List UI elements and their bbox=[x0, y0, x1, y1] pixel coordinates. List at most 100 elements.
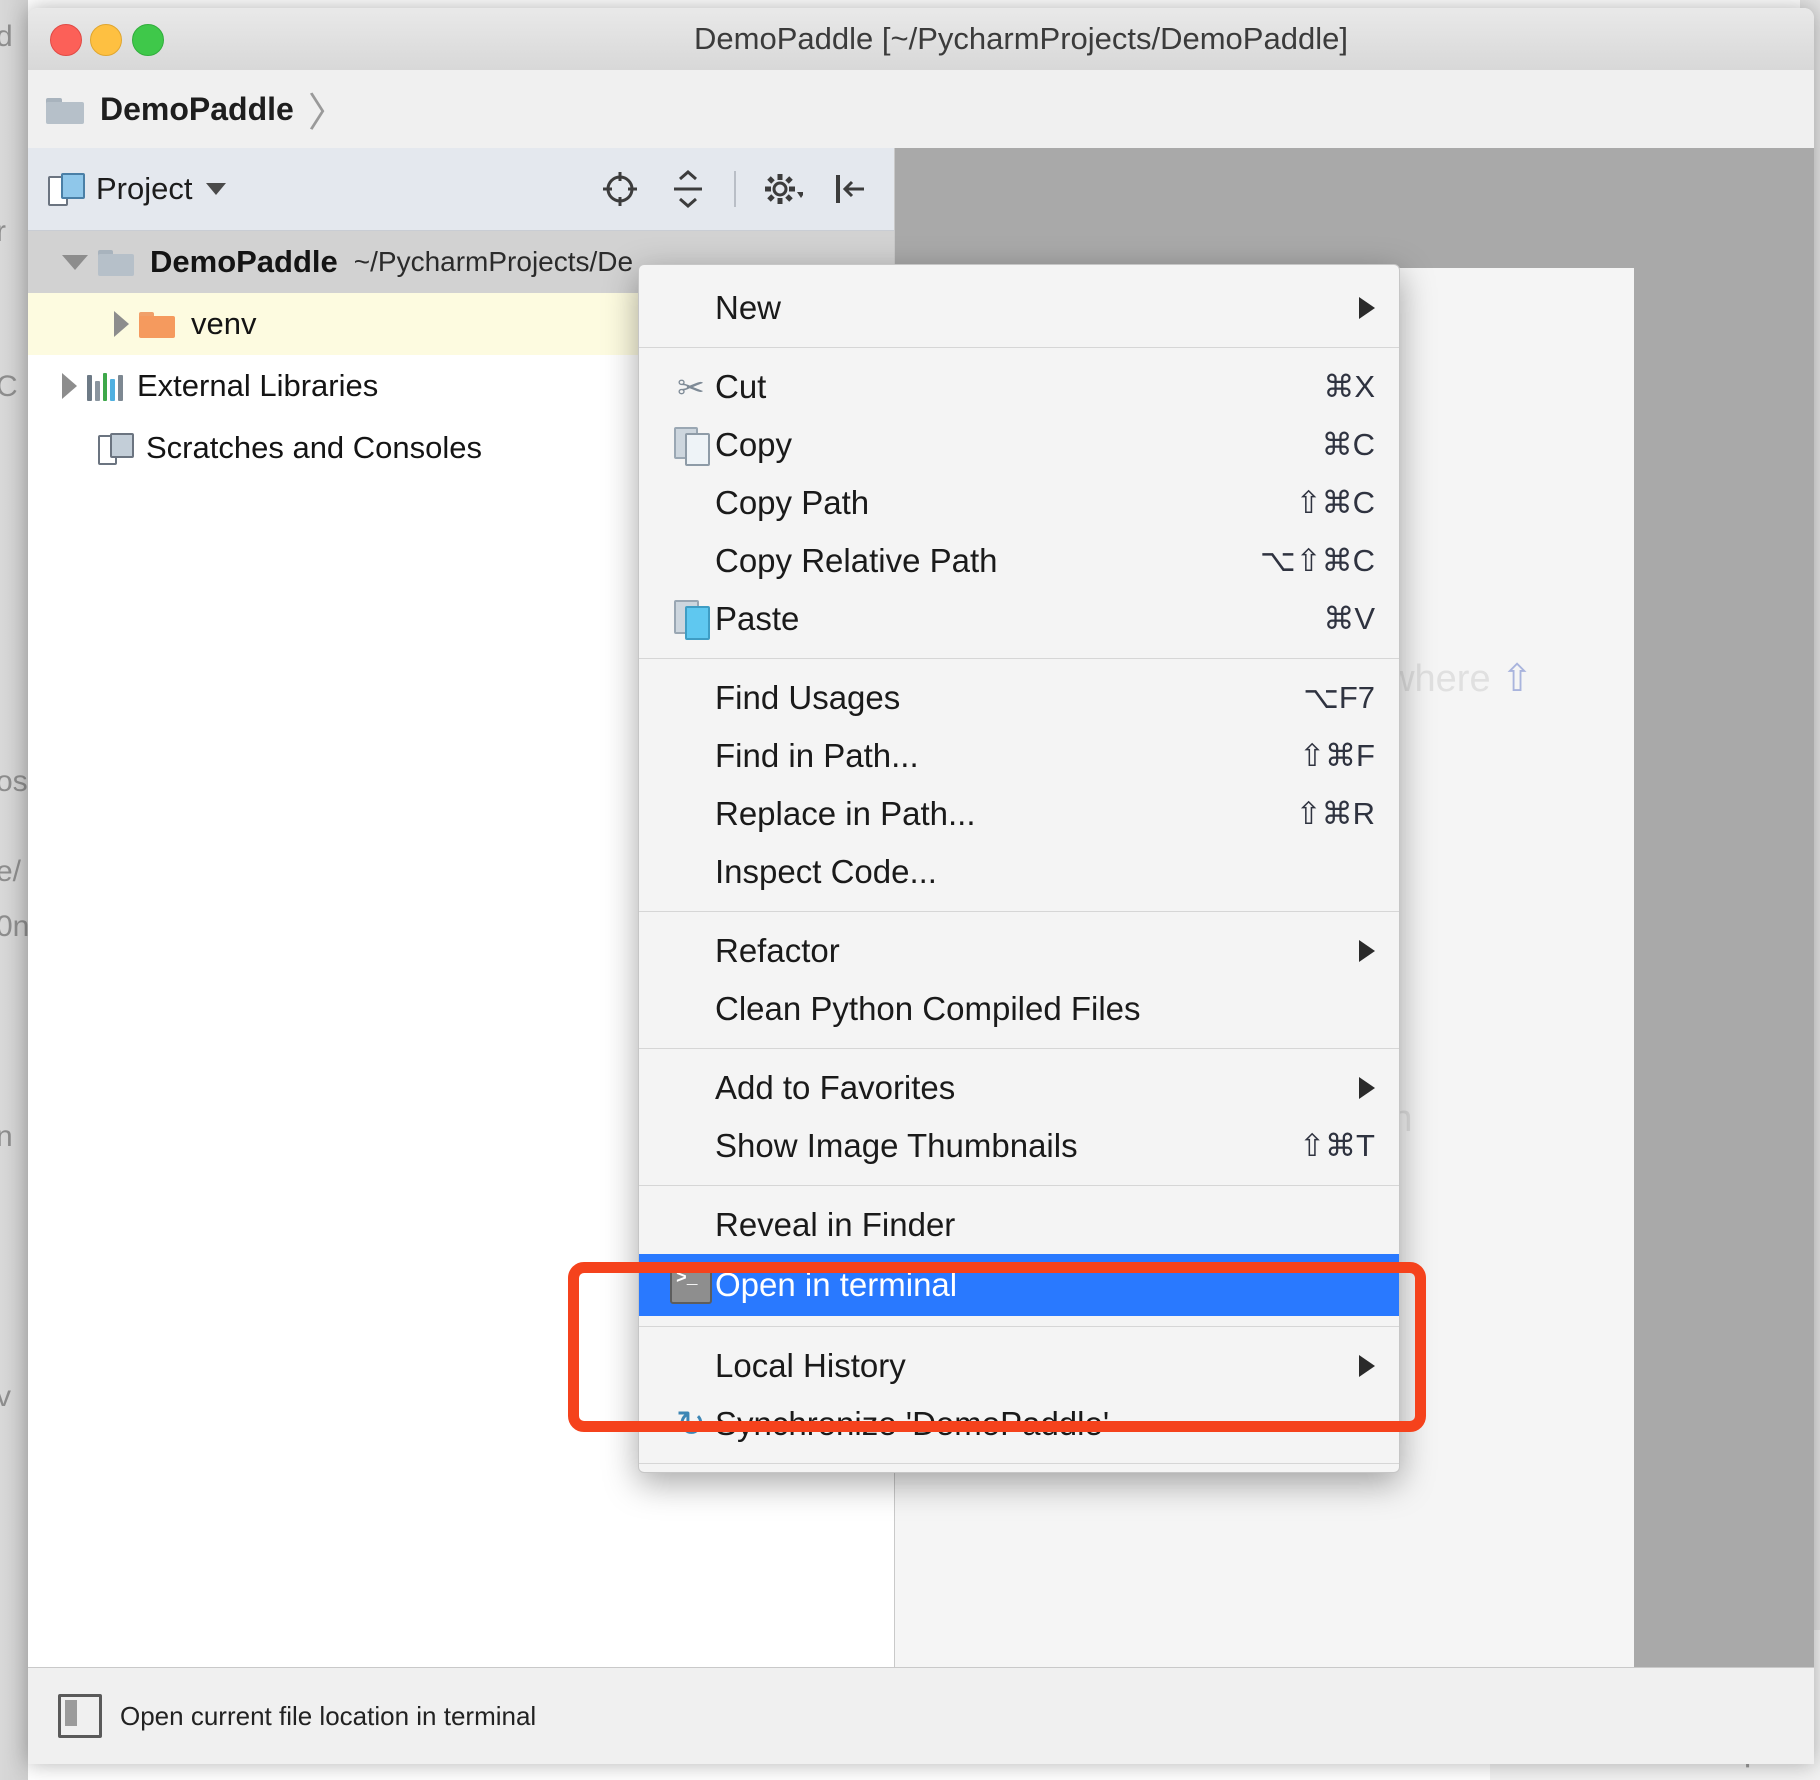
background-window-strip bbox=[0, 0, 28, 1780]
menu-item-label: Show Image Thumbnails bbox=[715, 1127, 1078, 1164]
scratches-icon bbox=[98, 433, 134, 465]
project-toolwindow-header: Project bbox=[28, 148, 894, 231]
context-menu[interactable]: New ✂ Cut ⌘X Copy ⌘C Copy Path ⇧⌘C Copy … bbox=[638, 264, 1400, 1473]
menu-separator bbox=[639, 1048, 1399, 1049]
menu-item-label: Refactor bbox=[715, 932, 840, 969]
menu-item-label: Synchronize 'DemoPaddle' bbox=[715, 1405, 1110, 1442]
bg-fragment-v: v bbox=[0, 1380, 11, 1413]
chevron-right-icon[interactable] bbox=[62, 373, 77, 399]
tree-item-path: ~/PycharmProjects/De bbox=[353, 246, 634, 277]
bg-fragment-ru: r bbox=[0, 215, 6, 248]
menu-item-label: Inspect Code... bbox=[715, 853, 937, 890]
project-toolbar bbox=[598, 148, 872, 230]
tree-item-label: Scratches and Consoles bbox=[146, 430, 483, 465]
bg-fragment-c: C bbox=[0, 370, 18, 403]
bg-fragment-d: d bbox=[0, 20, 13, 53]
window-title: DemoPaddle [~/PycharmProjects/DemoPaddle… bbox=[694, 21, 1348, 56]
navigation-bar: DemoPaddle 〉 bbox=[28, 70, 1814, 149]
menu-item-label: Copy bbox=[715, 426, 793, 463]
menu-item-label: Paste bbox=[715, 600, 800, 637]
menu-separator bbox=[639, 911, 1399, 912]
menu-item-shortcut: ⇧⌘R bbox=[1295, 796, 1375, 831]
menu-item-shortcut: ⇧⌘T bbox=[1299, 1128, 1375, 1163]
menu-item-label: Open in terminal bbox=[715, 1266, 958, 1303]
menu-item-copy[interactable]: Copy ⌘C bbox=[639, 416, 1399, 474]
menu-item-new[interactable]: New bbox=[639, 279, 1399, 337]
paste-icon bbox=[667, 600, 715, 640]
tree-item-label: venv bbox=[191, 306, 257, 341]
menu-item-shortcut: ⇧⌘F bbox=[1299, 738, 1375, 773]
folder-blue-icon bbox=[98, 248, 136, 277]
settings-gear-icon[interactable] bbox=[760, 167, 804, 211]
bg-fragment-0n: 0n bbox=[0, 910, 30, 943]
chevron-right-icon[interactable] bbox=[114, 311, 129, 337]
menu-item-open-in-terminal[interactable]: Open in terminal bbox=[639, 1254, 1399, 1316]
menu-item-shortcut: ⌥F7 bbox=[1303, 680, 1375, 715]
menu-item-cut[interactable]: ✂ Cut ⌘X bbox=[639, 358, 1399, 416]
breadcrumb[interactable]: DemoPaddle 〉 bbox=[46, 70, 348, 148]
menu-separator bbox=[639, 1463, 1399, 1464]
toolbar-divider bbox=[734, 171, 736, 207]
chevron-down-icon[interactable] bbox=[62, 254, 88, 270]
menu-item-copy-path[interactable]: Copy Path ⇧⌘C bbox=[639, 474, 1399, 532]
project-toolwindow-title[interactable]: Project bbox=[96, 171, 192, 207]
menu-item-label: Reveal in Finder bbox=[715, 1206, 956, 1243]
terminal-icon bbox=[667, 1266, 715, 1304]
menu-item-inspect-code[interactable]: Inspect Code... bbox=[639, 843, 1399, 901]
toolwindow-layout-icon[interactable] bbox=[58, 1694, 102, 1738]
menu-item-label: Add to Favorites bbox=[715, 1069, 956, 1106]
hide-toolwindow-icon[interactable] bbox=[828, 167, 872, 211]
menu-item-label: Cut bbox=[715, 368, 767, 405]
status-bar: Open current file location in terminal bbox=[28, 1667, 1814, 1764]
folder-icon bbox=[46, 94, 86, 124]
bg-fragment-slash: e/ bbox=[0, 855, 22, 888]
menu-item-find-usages[interactable]: Find Usages ⌥F7 bbox=[639, 669, 1399, 727]
menu-item-clean-python-compiled-files[interactable]: Clean Python Compiled Files bbox=[639, 980, 1399, 1038]
menu-item-shortcut: ⌘V bbox=[1323, 601, 1375, 636]
submenu-arrow-icon bbox=[1359, 1077, 1375, 1099]
submenu-arrow-icon bbox=[1359, 940, 1375, 962]
menu-item-shortcut: ⇧⌘C bbox=[1295, 485, 1375, 520]
menu-item-label: New bbox=[715, 289, 782, 326]
copy-icon bbox=[667, 427, 715, 466]
menu-item-label: Find Usages bbox=[715, 679, 901, 716]
menu-item-local-history[interactable]: Local History bbox=[639, 1337, 1399, 1395]
menu-item-synchronize-project[interactable]: ↻ Synchronize 'DemoPaddle' bbox=[639, 1395, 1399, 1453]
editor-gray-overlay-right bbox=[1634, 148, 1814, 1668]
menu-item-reveal-in-finder[interactable]: Reveal in Finder bbox=[639, 1196, 1399, 1254]
libraries-icon bbox=[87, 371, 123, 401]
menu-item-label: Clean Python Compiled Files bbox=[715, 990, 1141, 1027]
bg-fragment-n: n bbox=[0, 1120, 13, 1153]
tree-item-label: External Libraries bbox=[137, 368, 379, 403]
chevron-right-icon: 〉 bbox=[307, 91, 348, 135]
menu-item-refactor[interactable]: Refactor bbox=[639, 922, 1399, 980]
menu-separator bbox=[639, 1326, 1399, 1327]
breadcrumb-label[interactable]: DemoPaddle bbox=[100, 91, 294, 128]
menu-item-show-image-thumbnails[interactable]: Show Image Thumbnails ⇧⌘T bbox=[639, 1117, 1399, 1175]
folder-orange-icon bbox=[139, 310, 177, 339]
status-bar-left: Open current file location in terminal bbox=[58, 1668, 536, 1764]
locate-icon[interactable] bbox=[598, 167, 642, 211]
menu-item-label: Replace in Path... bbox=[715, 795, 976, 832]
menu-item-label: Copy Path bbox=[715, 484, 870, 521]
menu-item-replace-in-path[interactable]: Replace in Path... ⇧⌘R bbox=[639, 785, 1399, 843]
project-icon bbox=[48, 173, 85, 206]
menu-item-label: Local History bbox=[715, 1347, 906, 1384]
menu-item-find-in-path[interactable]: Find in Path... ⇧⌘F bbox=[639, 727, 1399, 785]
scissors-icon: ✂ bbox=[677, 368, 705, 406]
menu-item-shortcut: ⌘X bbox=[1323, 369, 1375, 404]
menu-item-copy-relative-path[interactable]: Copy Relative Path ⌥⇧⌘C bbox=[639, 532, 1399, 590]
menu-item-label: Find in Path... bbox=[715, 737, 919, 774]
bg-fragment-os: os bbox=[0, 765, 28, 798]
sync-icon: ↻ bbox=[675, 1403, 707, 1444]
menu-separator bbox=[639, 1185, 1399, 1186]
menu-item-add-to-favorites[interactable]: Add to Favorites bbox=[639, 1059, 1399, 1117]
menu-separator bbox=[639, 347, 1399, 348]
submenu-arrow-icon bbox=[1359, 297, 1375, 319]
menu-item-label: Copy Relative Path bbox=[715, 542, 998, 579]
menu-item-paste[interactable]: Paste ⌘V bbox=[639, 590, 1399, 648]
project-title-group[interactable]: Project bbox=[48, 148, 227, 230]
collapse-all-icon[interactable] bbox=[666, 167, 710, 211]
submenu-arrow-icon bbox=[1359, 1355, 1375, 1377]
chevron-down-icon[interactable] bbox=[206, 183, 227, 195]
